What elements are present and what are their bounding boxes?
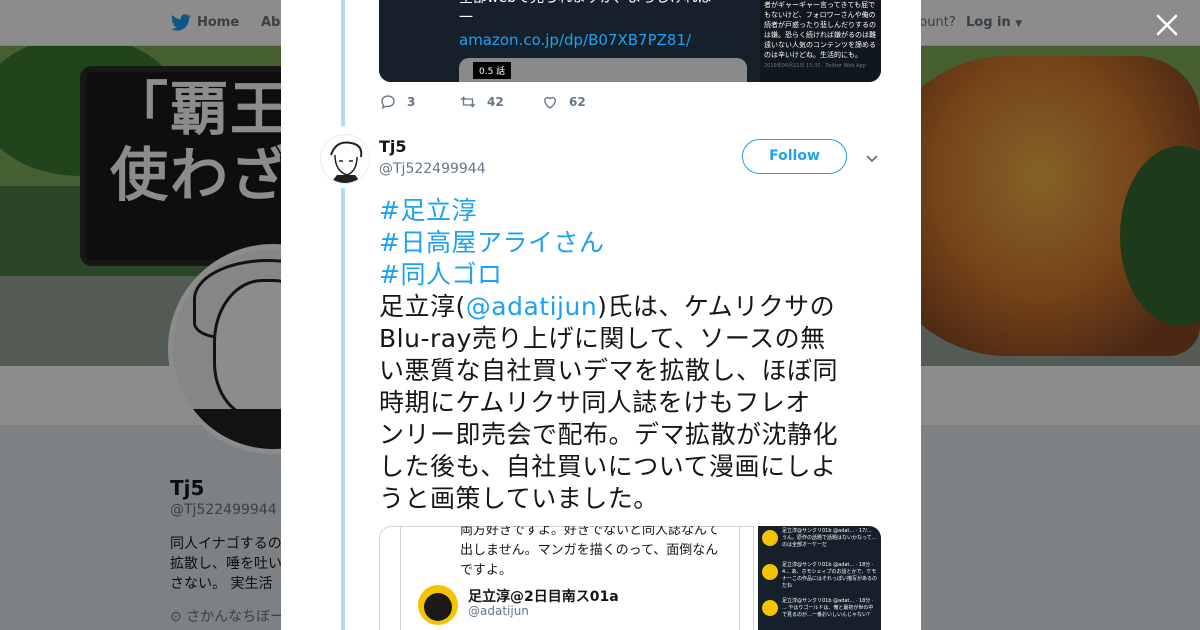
tweet-text-line: した後も、自社買いについて漫画にしよ xyxy=(379,452,837,481)
tweet-text-line: Blu-ray売り上げに関して、ソースの無 xyxy=(379,324,826,353)
mini-tweet-text: 足立淳@サンクリ01b @adat... · 18分 · 4... あ、ホモシェ… xyxy=(782,562,878,589)
mini-avatar xyxy=(762,600,778,616)
heart-icon xyxy=(544,96,556,109)
mini-tweet: 足立淳@サンクリ01b @adat... · 17/... うん。原作の話題で話… xyxy=(762,528,877,552)
tweet-text-after-mention: )氏は、ケムリクサの xyxy=(597,292,836,321)
mini-tweet-text: 足立淳@サンクリ01b @adat... · 17/... うん。原作の話題で話… xyxy=(782,528,877,548)
author-name[interactable]: Tj5 xyxy=(379,137,407,156)
retweet-icon xyxy=(460,96,476,108)
mini-tweet: 足立淳@サンクリ01b @adat... · 18分 · ... やはりゴールド… xyxy=(762,598,877,622)
tweet-text-line: 時期にケムリクサ同人誌をけもフレオ xyxy=(379,388,811,417)
retweet-button[interactable]: 42 xyxy=(459,93,504,111)
right-image-meta: 2019年04月21日 15:30 · Twitter Web App xyxy=(764,63,866,69)
hashtag-link[interactable]: #足立淳 xyxy=(379,195,884,227)
tweet-text-before-mention: 足立淳( xyxy=(379,292,466,321)
tweet-text-line: うと画策していました。 xyxy=(379,484,659,513)
right-image-text: 者がギャーギャー言ってきても屁でもないけど、フォロワーさんや俺の読者が戸惑ったり… xyxy=(764,1,876,59)
mini-tweet: 足立淳@サンクリ01b @adat... · 18分 · 4... あ、ホモシェ… xyxy=(762,562,877,589)
tweet-modal: 全部webで見られますが、よろしければ 一 amazon.co.jp/dp/B0… xyxy=(281,0,921,630)
close-icon[interactable] xyxy=(1154,12,1180,38)
thread-connector-line-lower xyxy=(341,188,345,630)
retweet-count: 42 xyxy=(487,95,504,109)
mini-avatar xyxy=(762,564,778,580)
mini-tweet-text: 足立淳@サンクリ01b @adat... · 18分 · ... やはりゴールド… xyxy=(782,598,874,618)
hashtag-link[interactable]: #日高屋アライさん xyxy=(379,227,884,259)
reply-button[interactable]: 3 xyxy=(379,93,415,111)
previous-tweet-right-image[interactable]: 者がギャーギャー言ってきても屁でもないけど、フォロワーさんや俺の読者が戸惑ったり… xyxy=(760,0,881,82)
tweet-text-line: 足立淳(@adatijun)氏は、ケムリクサの xyxy=(379,291,884,323)
previous-tweet-card[interactable]: 全部webで見られますが、よろしければ 一 amazon.co.jp/dp/B0… xyxy=(379,0,881,82)
reply-count: 3 xyxy=(407,95,416,109)
hashtag-link[interactable]: #同人ゴロ xyxy=(379,259,884,291)
chevron-down-icon[interactable] xyxy=(864,150,880,166)
previous-tweet-image-label: 0.5 話 xyxy=(473,62,512,79)
thread-connector-line xyxy=(341,0,345,126)
like-count: 62 xyxy=(569,95,586,109)
follow-button[interactable]: Follow xyxy=(742,139,847,174)
quoted-avatar xyxy=(418,585,458,625)
like-button[interactable]: 62 xyxy=(541,93,586,111)
previous-tweet-link[interactable]: amazon.co.jp/dp/B07XB7PZ81/ xyxy=(459,31,691,49)
reply-icon xyxy=(381,95,395,110)
tweet-text: #足立淳 #日高屋アライさん #同人ゴロ 足立淳(@adatijun)氏は、ケム… xyxy=(379,195,884,515)
author-avatar[interactable] xyxy=(320,134,370,184)
tweet-text-line: ンリー即売会で配布。デマ拡散が沈静化 xyxy=(379,420,839,449)
quoted-handle: @adatijun xyxy=(468,604,529,618)
author-handle[interactable]: @Tj522499944 xyxy=(379,161,486,177)
media-image-left[interactable]: 両方好きですよ。好きでないと同人誌なんて出しません。マンガを描くのって、面倒なん… xyxy=(379,526,754,630)
previous-tweet-text: 全部webで見られますが、よろしければ 一 xyxy=(459,0,712,26)
tweet-text-line: い悪質な自社買いデマを拡散し、ほぼ同 xyxy=(379,356,839,385)
mention-link[interactable]: @adatijun xyxy=(466,292,597,321)
author-avatar-image xyxy=(330,141,363,183)
quoted-name: 足立淳@2日目南ス01a xyxy=(468,589,619,605)
tweet-media[interactable]: 両方好きですよ。好きでないと同人誌なんて出しません。マンガを描くのって、面倒なん… xyxy=(379,526,881,630)
media-image-right[interactable]: 足立淳@サンクリ01b @adat... · 17/... うん。原作の話題で話… xyxy=(758,526,881,630)
quoted-text: 両方好きですよ。好きでないと同人誌なんて出しません。マンガを描くのって、面倒なん… xyxy=(460,526,720,578)
mini-avatar xyxy=(762,530,778,546)
